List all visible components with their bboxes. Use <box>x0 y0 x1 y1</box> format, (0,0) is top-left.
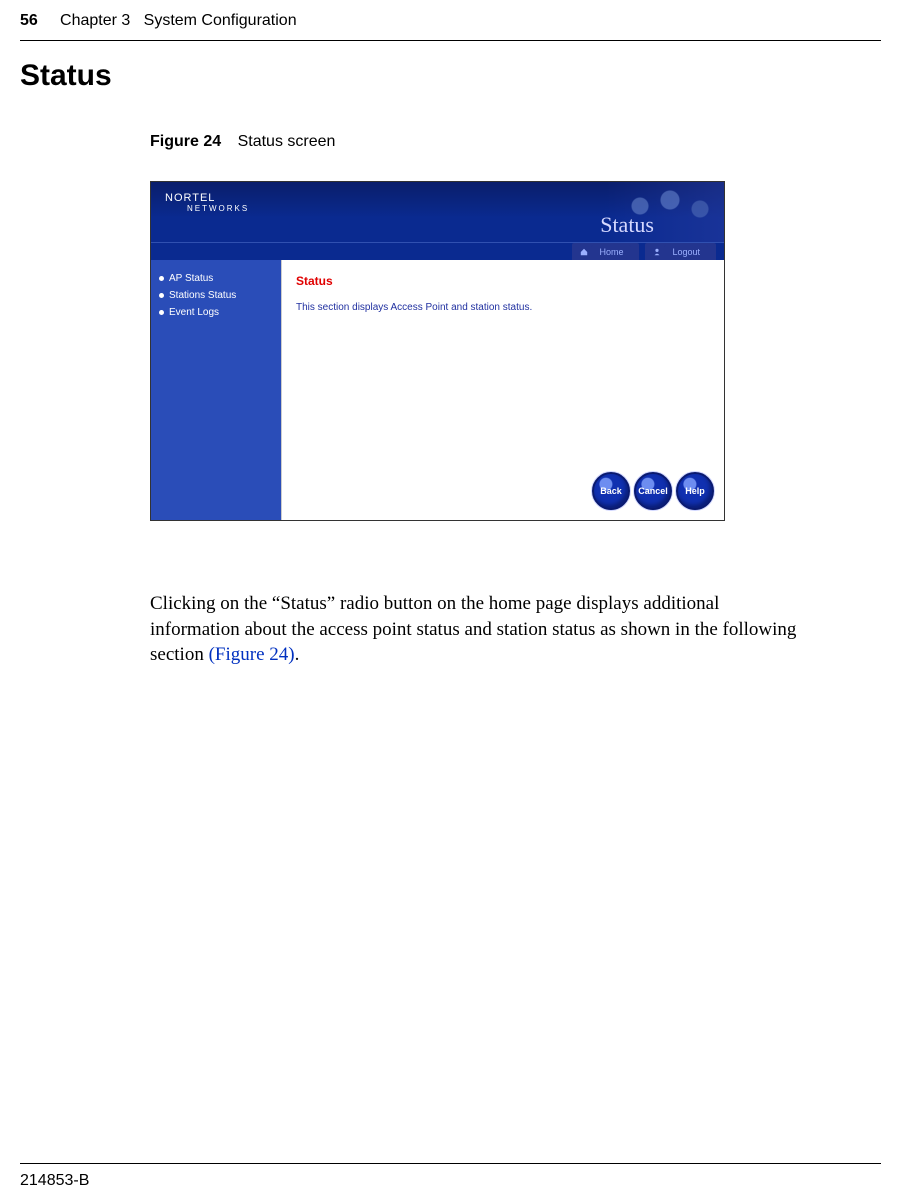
figure-label: Figure 24 <box>150 133 221 150</box>
figure-title: Status screen <box>238 133 336 150</box>
logo-sub: NETWORKS <box>187 204 249 213</box>
screenshot-tabbar: Home Logout <box>151 242 724 260</box>
screenshot-sidebar: AP Status Stations Status Event Logs <box>151 260 281 520</box>
screenshot-body: AP Status Stations Status Event Logs Sta… <box>151 260 724 520</box>
logout-label: Logout <box>664 245 708 259</box>
help-button[interactable]: Help <box>676 472 714 510</box>
doc-id: 214853-B <box>20 1172 89 1190</box>
body-paragraph: Clicking on the “Status” radio button on… <box>0 521 901 668</box>
content-title: Status <box>296 274 710 288</box>
footer-rule <box>20 1163 881 1164</box>
banner-title: Status <box>600 212 654 238</box>
back-button[interactable]: Back <box>592 472 630 510</box>
sidebar-item-ap-status[interactable]: AP Status <box>159 270 273 287</box>
home-link[interactable]: Home <box>572 243 639 261</box>
cancel-button[interactable]: Cancel <box>634 472 672 510</box>
para-text-post: . <box>295 644 300 665</box>
home-icon <box>580 248 588 256</box>
screenshot-banner: NORTEL NETWORKS Status <box>151 182 724 242</box>
button-row: Back Cancel Help <box>592 472 714 510</box>
figure-caption: Figure 24 Status screen <box>0 93 901 151</box>
content-text: This section displays Access Point and s… <box>296 302 710 313</box>
page-number: 56 <box>20 12 38 29</box>
chapter-label: Chapter 3 <box>60 12 130 29</box>
section-heading: Status <box>0 41 901 93</box>
status-screenshot: NORTEL NETWORKS Status Home Logout AP St… <box>150 181 725 521</box>
nortel-logo: NORTEL NETWORKS <box>165 192 249 213</box>
logout-link[interactable]: Logout <box>645 243 716 261</box>
chapter-title: System Configuration <box>144 12 297 29</box>
logo-brand: NORTEL <box>165 192 215 204</box>
home-label: Home <box>591 245 631 259</box>
sidebar-item-event-logs[interactable]: Event Logs <box>159 304 273 321</box>
screenshot-main: Status This section displays Access Poin… <box>281 260 724 520</box>
figure-ref-link[interactable]: (Figure 24) <box>209 644 295 665</box>
sidebar-item-stations-status[interactable]: Stations Status <box>159 287 273 304</box>
running-header: 56 Chapter 3 System Configuration <box>0 0 901 36</box>
logout-icon <box>653 248 661 256</box>
